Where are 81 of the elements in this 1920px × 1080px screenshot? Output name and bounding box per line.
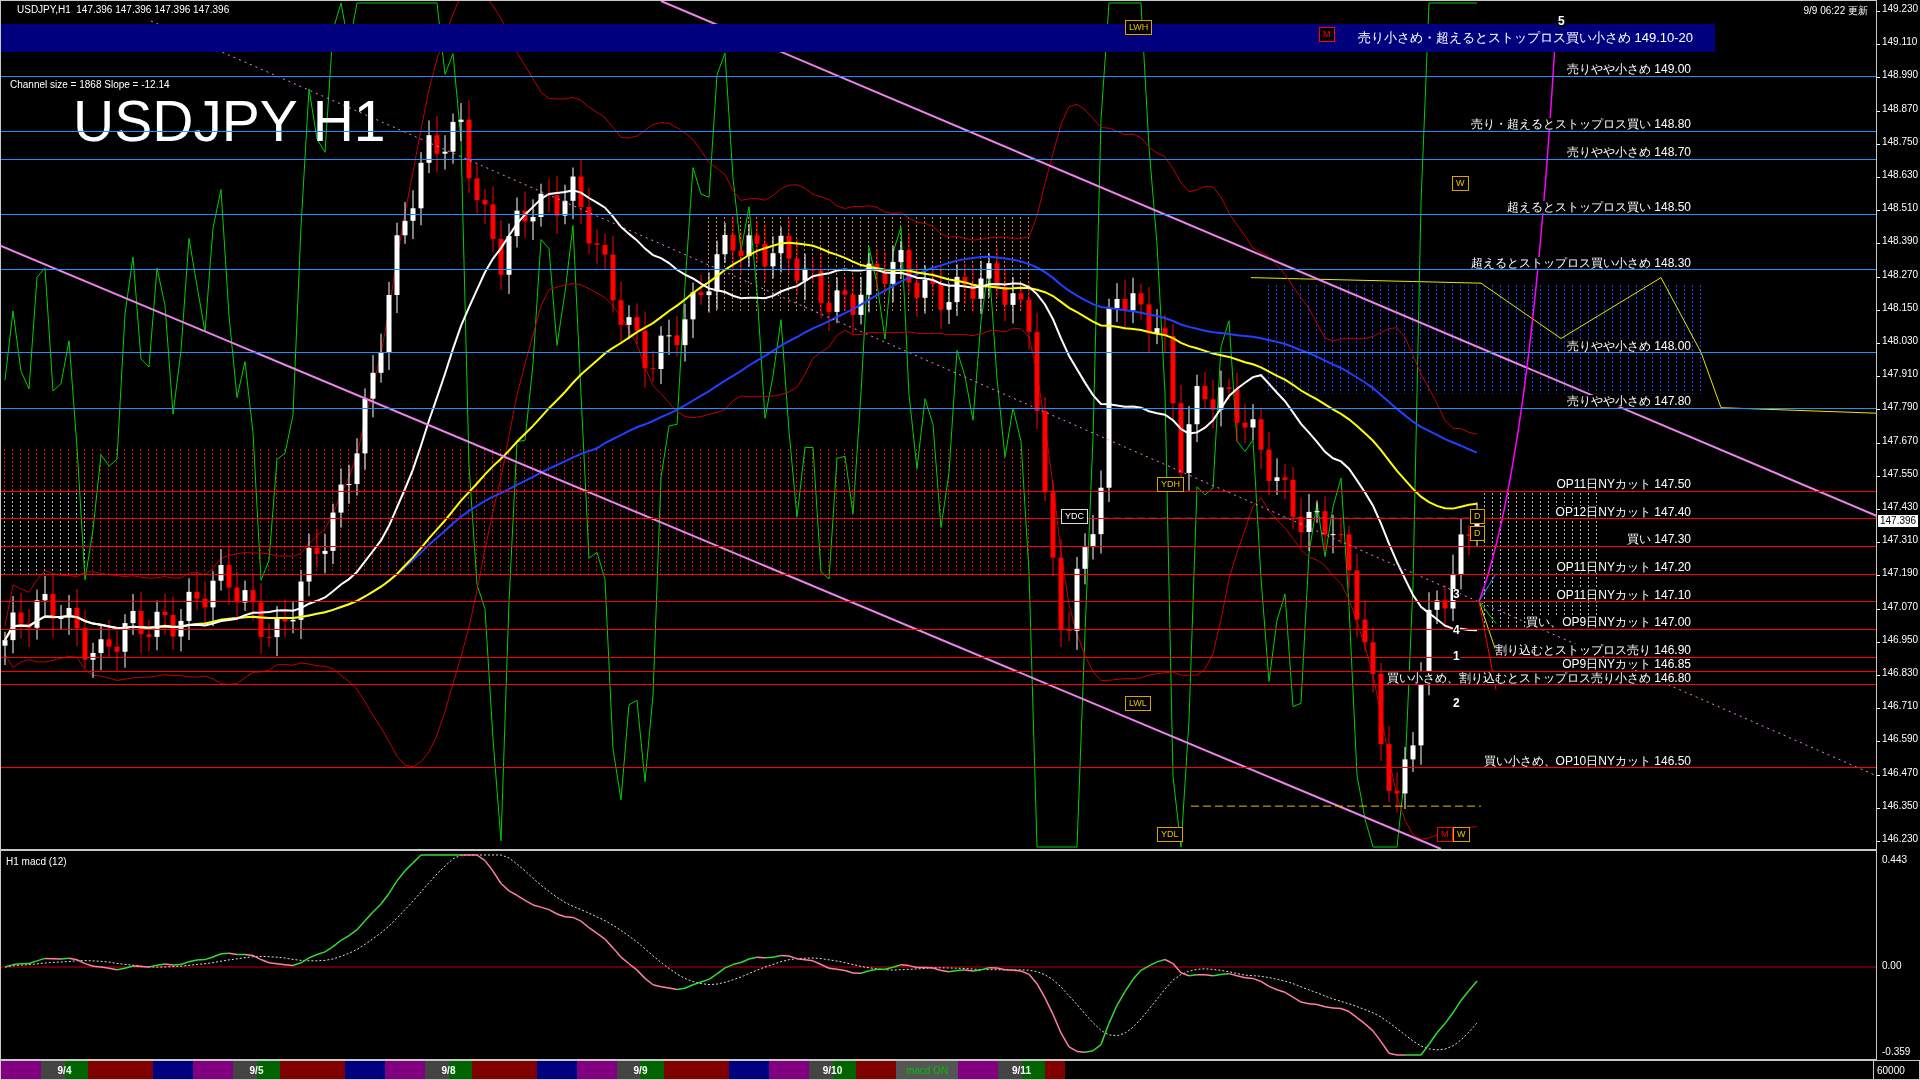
price-tick: 148.750 bbox=[1882, 136, 1919, 147]
price-tick: 146.590 bbox=[1882, 734, 1919, 745]
macd-toggle-button[interactable]: macd ON bbox=[896, 1061, 958, 1079]
price-tick: 146.470 bbox=[1882, 767, 1919, 778]
level-label: OP11日NYカット 147.10 bbox=[1556, 588, 1691, 601]
level-label: OP12日NYカット 147.40 bbox=[1555, 505, 1691, 518]
marker-label: LWH bbox=[1125, 20, 1153, 35]
price-tick: 147.550 bbox=[1882, 468, 1919, 479]
current-price-tag: 147.396 bbox=[1878, 515, 1919, 528]
macd-tick: 0.00 bbox=[1882, 960, 1902, 971]
session-band bbox=[385, 1061, 425, 1079]
macd-tick: -0.359 bbox=[1882, 1046, 1911, 1057]
level-label: 超えるとストップロス買い 148.50 bbox=[1506, 201, 1691, 214]
level-label: 超えるとストップロス買い小さめ 148.30 bbox=[1470, 256, 1691, 269]
date-label: 9/5 bbox=[233, 1061, 280, 1079]
price-tick: 147.670 bbox=[1882, 435, 1919, 446]
marker-label: D bbox=[1470, 509, 1485, 524]
level-label: 売り小さめ・超えるとストップロス買い小さめ 149.10-20 bbox=[1357, 29, 1693, 47]
price-tick: 148.630 bbox=[1882, 170, 1919, 180]
marker-label: LWL bbox=[1125, 696, 1151, 711]
level-label: 売りやや小さめ 148.70 bbox=[1566, 146, 1691, 159]
price-tick: 148.150 bbox=[1882, 302, 1919, 313]
session-band bbox=[1, 1061, 41, 1079]
level-label: 売り・超えるとストップロス買い 148.80 bbox=[1470, 118, 1691, 131]
level-label: OP11日NYカット 147.20 bbox=[1556, 561, 1691, 574]
price-tick: 149.110 bbox=[1882, 37, 1918, 48]
price-tick: 147.790 bbox=[1882, 402, 1919, 413]
date-label: 9/11 bbox=[998, 1061, 1045, 1079]
session-band bbox=[958, 1061, 998, 1079]
price-tick: 146.350 bbox=[1882, 800, 1919, 811]
level-label: 売りやや小さめ 149.00 bbox=[1566, 63, 1691, 76]
price-tick: 147.310 bbox=[1882, 535, 1919, 546]
level-label: 売りやや小さめ 147.80 bbox=[1566, 395, 1691, 408]
price-tick: 146.710 bbox=[1882, 701, 1919, 712]
date-label: 9/10 bbox=[809, 1061, 856, 1079]
session-band bbox=[856, 1061, 896, 1079]
price-tick: 148.390 bbox=[1882, 236, 1919, 247]
price-tick: 146.950 bbox=[1882, 634, 1919, 645]
wave-number: 2 bbox=[1453, 698, 1460, 709]
price-tick: 148.030 bbox=[1882, 336, 1919, 347]
symbol-info: USDJPY,H1 147.396 147.396 147.396 147.396 bbox=[17, 4, 230, 15]
update-time: 9/9 06:22 更新 bbox=[1803, 4, 1868, 18]
level-label: 買い 147.30 bbox=[1626, 533, 1691, 546]
price-tick: 147.910 bbox=[1882, 369, 1919, 380]
session-band bbox=[577, 1061, 617, 1079]
marker-label: W bbox=[1452, 176, 1469, 191]
wave-number: 5 bbox=[1558, 16, 1565, 27]
volume-scale: 60000 bbox=[1873, 1061, 1919, 1079]
session-band bbox=[1045, 1061, 1065, 1079]
marker-label: M bbox=[1319, 27, 1335, 42]
level-label: 割り込むとストップロス売り 146.90 bbox=[1494, 644, 1691, 657]
price-tick: 147.070 bbox=[1882, 601, 1919, 612]
marker-label: M bbox=[1437, 827, 1453, 842]
session-band bbox=[769, 1061, 809, 1079]
indicator-title: H1 macd (12) bbox=[6, 856, 67, 867]
marker-label: D bbox=[1470, 526, 1485, 541]
price-tick: 148.510 bbox=[1882, 203, 1919, 214]
session-band bbox=[193, 1061, 233, 1079]
marker-label: YDH bbox=[1157, 477, 1184, 492]
price-tick: 149.230 bbox=[1882, 4, 1919, 14]
price-tick: 146.230 bbox=[1882, 834, 1919, 845]
date-label: 9/4 bbox=[41, 1061, 88, 1079]
marker-label: W bbox=[1453, 827, 1470, 842]
price-tick: 148.870 bbox=[1882, 103, 1919, 114]
level-label: 買い小さめ、OP10日NYカット 146.50 bbox=[1483, 754, 1691, 767]
wave-number: 3 bbox=[1453, 589, 1460, 600]
marker-label: YDL bbox=[1157, 827, 1183, 842]
level-label: OP11日NYカット 147.50 bbox=[1556, 478, 1691, 491]
price-tick: 146.830 bbox=[1882, 668, 1919, 679]
price-tick: 147.430 bbox=[1882, 502, 1919, 513]
wave-number: 1 bbox=[1453, 651, 1460, 662]
price-tick: 148.990 bbox=[1882, 70, 1919, 81]
price-tick: 148.270 bbox=[1882, 269, 1919, 280]
marker-label: YDC bbox=[1061, 509, 1088, 524]
channel-info: Channel size = 1868 Slope = -12.14 bbox=[10, 79, 170, 90]
date-label: 9/9 bbox=[617, 1061, 664, 1079]
macd-tick: 0.443 bbox=[1882, 854, 1908, 865]
level-label: 買い、OP9日NYカット 147.00 bbox=[1526, 616, 1691, 629]
wave-number: 4 bbox=[1453, 625, 1460, 636]
price-tick: 147.190 bbox=[1882, 568, 1919, 579]
date-label: 9/8 bbox=[425, 1061, 472, 1079]
